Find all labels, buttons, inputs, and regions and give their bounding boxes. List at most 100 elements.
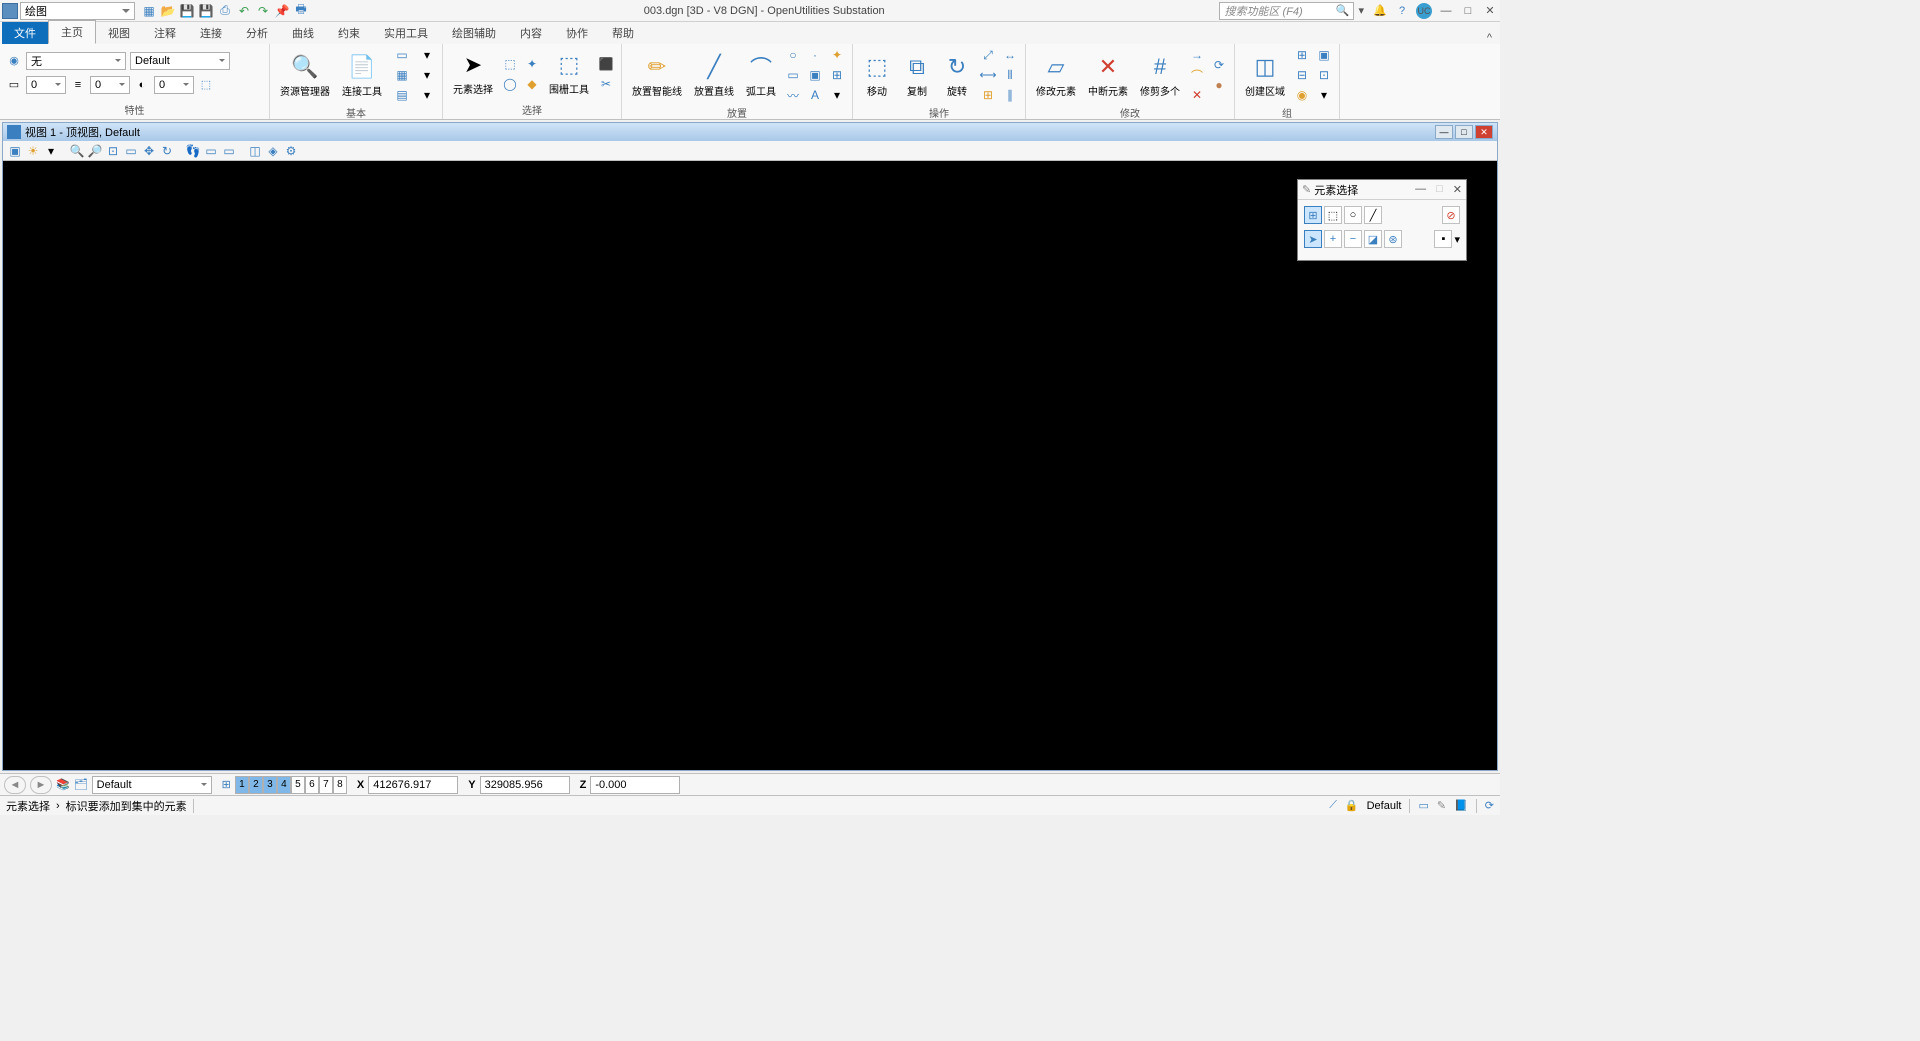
view-close-button[interactable]: ✕: [1475, 125, 1493, 139]
select-individual-icon[interactable]: ⊞: [1304, 206, 1322, 224]
tab-view[interactable]: 视图: [96, 22, 142, 44]
fence-tools-button[interactable]: ⬚ 围栅工具: [545, 49, 593, 98]
maximize-button[interactable]: □: [1460, 3, 1476, 19]
clip-volume-icon[interactable]: ◫: [247, 143, 263, 159]
level-tree-icon[interactable]: 🗂: [74, 778, 88, 791]
x-field[interactable]: [368, 776, 458, 794]
panel-minimize-icon[interactable]: —: [1415, 183, 1426, 196]
y-field[interactable]: [480, 776, 570, 794]
view-tab-2[interactable]: 2: [249, 776, 263, 794]
search-arrow[interactable]: ▾: [1358, 4, 1364, 17]
mode-invert-icon[interactable]: ◪: [1364, 230, 1382, 248]
stretch-icon[interactable]: ↔: [1001, 46, 1019, 64]
view-tab-4[interactable]: 4: [277, 776, 291, 794]
help-icon[interactable]: ?: [1394, 3, 1410, 19]
move-button[interactable]: ⬚ 移动: [859, 51, 895, 100]
minimize-button[interactable]: —: [1438, 3, 1454, 19]
clip-mask-icon[interactable]: ◈: [265, 143, 281, 159]
view-tab-7[interactable]: 7: [319, 776, 333, 794]
select-prev-icon[interactable]: ✦: [523, 55, 541, 73]
place-line-button[interactable]: ╱ 放置直线: [690, 51, 738, 100]
view-tab-3[interactable]: 3: [263, 776, 277, 794]
nav-fwd-button[interactable]: ►: [30, 776, 52, 794]
undo-icon[interactable]: ↶: [236, 3, 252, 19]
close-button[interactable]: ✕: [1482, 3, 1498, 19]
smartline-button[interactable]: ✏ 放置智能线: [628, 51, 686, 100]
view-extra-icon[interactable]: ⚙: [283, 143, 299, 159]
panel-maximize-icon[interactable]: □: [1436, 183, 1443, 196]
group-extra2[interactable]: ⊟: [1293, 66, 1311, 84]
select-disable-icon[interactable]: ⊘: [1442, 206, 1460, 224]
panel-dropdown-icon[interactable]: ▾: [1454, 233, 1460, 246]
tab-drawing-aids[interactable]: 绘图辅助: [440, 22, 508, 44]
view-maximize-button[interactable]: □: [1455, 125, 1473, 139]
panel-close-icon[interactable]: ✕: [1453, 183, 1462, 196]
view-tab-1[interactable]: 1: [235, 776, 249, 794]
view-rotate-icon[interactable]: ↻: [159, 143, 175, 159]
group-extra4[interactable]: ▣: [1315, 46, 1333, 64]
line-dropdown[interactable]: 0: [90, 76, 130, 94]
walk-icon[interactable]: 👣: [185, 143, 201, 159]
save-settings-icon[interactable]: 💾: [198, 3, 214, 19]
pin-icon[interactable]: 📌: [274, 3, 290, 19]
element-selection-panel[interactable]: ✎ 元素选择 — □ ✕ ⊞ ⬚ ○ ╱ ⊘ ➤: [1297, 179, 1467, 261]
select-block-icon[interactable]: ⬚: [1324, 206, 1342, 224]
array-icon[interactable]: ⊞: [979, 86, 997, 104]
transparency-icon[interactable]: ⬚: [198, 78, 214, 92]
text-icon[interactable]: A: [806, 86, 824, 104]
view-groups-icon[interactable]: ⊞: [222, 778, 231, 791]
element-select-button[interactable]: ➤ 元素选择: [449, 49, 497, 98]
tab-home[interactable]: 主页: [48, 20, 96, 44]
properties-button[interactable]: ▤: [390, 86, 414, 104]
trim-button[interactable]: # 修剪多个: [1136, 51, 1184, 100]
compress-icon[interactable]: ⎙: [217, 3, 233, 19]
group-extra1[interactable]: ⊞: [1293, 46, 1311, 64]
view-next-icon[interactable]: ▭: [221, 143, 237, 159]
save-icon[interactable]: 💾: [179, 3, 195, 19]
workflow-dropdown[interactable]: 绘图: [20, 2, 135, 20]
view-tab-5[interactable]: 5: [291, 776, 305, 794]
tab-annotate[interactable]: 注释: [142, 22, 188, 44]
ribbon-collapse-icon[interactable]: ^: [1487, 32, 1492, 44]
group-extra5[interactable]: ⊡: [1315, 66, 1333, 84]
create-region-button[interactable]: ◫ 创建区域: [1241, 51, 1289, 100]
pan-icon[interactable]: ✥: [141, 143, 157, 159]
select-handles-icon[interactable]: ▪: [1434, 230, 1452, 248]
rect-icon[interactable]: ▭: [784, 66, 802, 84]
cell-icon[interactable]: ▣: [806, 66, 824, 84]
tab-attach[interactable]: 连接: [188, 22, 234, 44]
group-extra3[interactable]: ◉: [1293, 86, 1311, 104]
ribbon-search[interactable]: 搜索功能区 (F4) 🔍: [1219, 2, 1354, 20]
active-level-label[interactable]: Default: [1367, 800, 1402, 812]
placement-extra3[interactable]: ▾: [828, 86, 846, 104]
tab-content[interactable]: 内容: [508, 22, 554, 44]
print-icon[interactable]: 🖶: [293, 3, 309, 19]
arc-tools-button[interactable]: ⌒ 弧工具: [742, 51, 780, 100]
tab-analyze[interactable]: 分析: [234, 22, 280, 44]
mirror-icon[interactable]: ⟷: [979, 66, 997, 84]
group-extra6[interactable]: ▾: [1315, 86, 1333, 104]
select-shape-icon[interactable]: ○: [1344, 206, 1362, 224]
scale-icon[interactable]: ⤢: [979, 46, 997, 64]
basic-extra3[interactable]: ▾: [418, 86, 436, 104]
tab-file[interactable]: 文件: [2, 22, 48, 44]
status-extra1-icon[interactable]: ▭: [1418, 799, 1428, 812]
attach-tools-button[interactable]: 📄 连接工具: [338, 51, 386, 100]
zoom-out-icon[interactable]: 🔎: [87, 143, 103, 159]
tab-collaborate[interactable]: 协作: [554, 22, 600, 44]
open-icon[interactable]: 📂: [160, 3, 176, 19]
mode-all-icon[interactable]: ⊛: [1384, 230, 1402, 248]
redo-icon[interactable]: ↷: [255, 3, 271, 19]
view-tab-8[interactable]: 8: [333, 776, 347, 794]
panel-title-bar[interactable]: ✎ 元素选择 — □ ✕: [1298, 180, 1466, 200]
rotate-button[interactable]: ↻ 旋转: [939, 51, 975, 100]
basic-extra2[interactable]: ▾: [418, 66, 436, 84]
fence-extra1[interactable]: ⬛: [597, 55, 615, 73]
new-icon[interactable]: ▦: [141, 3, 157, 19]
tab-help[interactable]: 帮助: [600, 22, 646, 44]
view-tab-6[interactable]: 6: [305, 776, 319, 794]
placement-extra2[interactable]: ⊞: [828, 66, 846, 84]
select-none-icon[interactable]: ◯: [501, 75, 519, 93]
view-attributes-icon[interactable]: ▣: [7, 143, 23, 159]
fillet-icon[interactable]: ⌒: [1188, 66, 1206, 84]
